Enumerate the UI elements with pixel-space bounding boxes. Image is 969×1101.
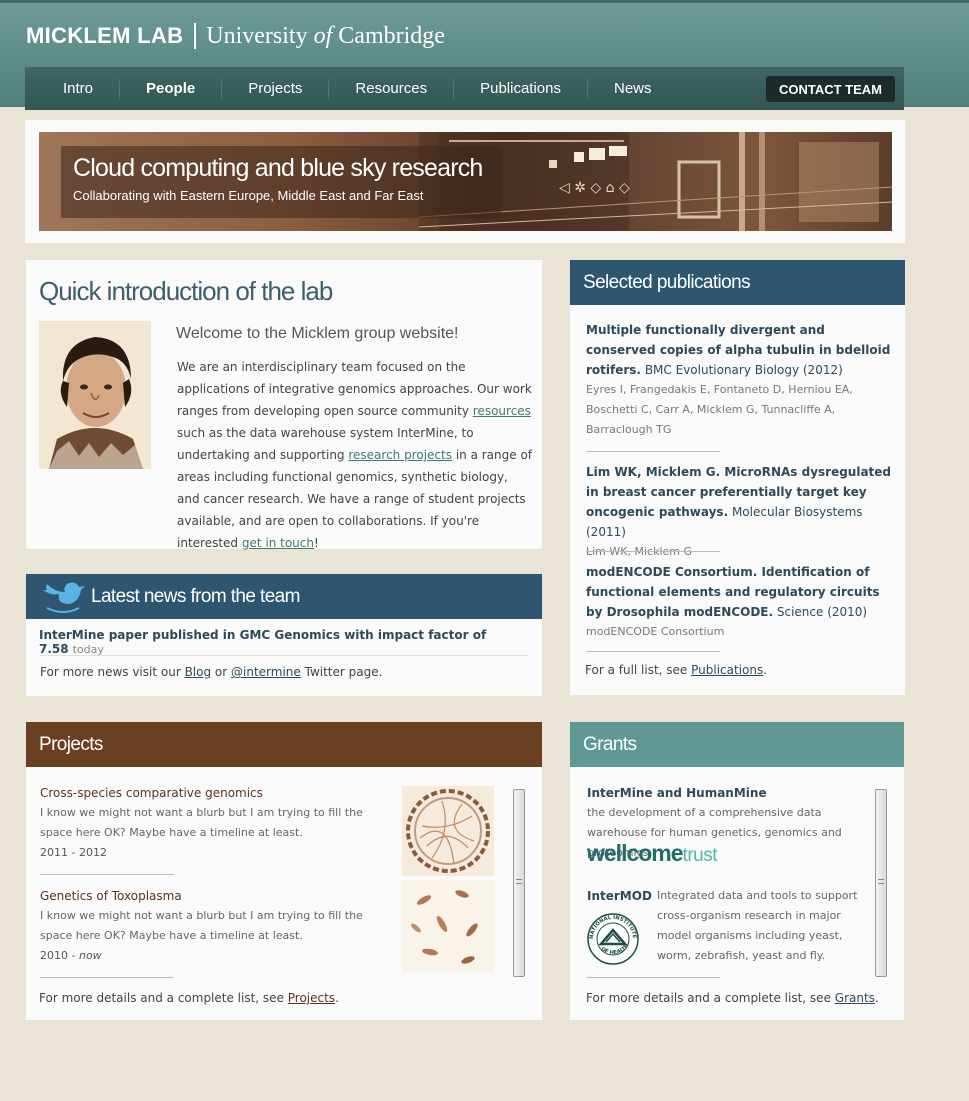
grants-more-text: For more details and a complete list, se… xyxy=(586,991,879,1005)
project-description: I know we might not want a blurb but I a… xyxy=(40,806,363,839)
site-header: MICKLEM LAB University of Cambridge Intr… xyxy=(0,0,969,110)
resources-link[interactable]: resources xyxy=(473,404,531,418)
news-item[interactable]: InterMine paper published in GMC Genomic… xyxy=(39,628,542,656)
genome-circle-image xyxy=(402,786,494,876)
publication-item[interactable]: Lim WK, Micklem G. MicroRNAs dysregulate… xyxy=(586,462,896,562)
publication-authors: modENCODE Consortium xyxy=(586,625,725,638)
wellcome-trust-logo[interactable]: wellcometrust xyxy=(587,840,718,867)
nav-item-publications[interactable]: Publications xyxy=(454,78,588,99)
publication-authors: Lim WK, Micklem G xyxy=(586,545,693,558)
project-title[interactable]: Genetics of Toxoplasma xyxy=(40,886,390,906)
banner-caption: Cloud computing and blue sky research Co… xyxy=(61,146,501,218)
blog-link[interactable]: Blog xyxy=(185,665,212,679)
grants-link[interactable]: Grants xyxy=(835,991,875,1005)
divider xyxy=(40,874,174,875)
twitter-link[interactable]: @intermine xyxy=(231,665,301,679)
banner-image[interactable]: ◁ ✲ ◇ ⌂ ◇ Cloud computing and blue sky r… xyxy=(39,132,892,231)
grants-header: Grants xyxy=(570,722,904,767)
contact-team-button[interactable]: CONTACT TEAM xyxy=(765,76,895,102)
publications-more-text: For a full list, see Publications. xyxy=(585,663,768,677)
banner-title: Cloud computing and blue sky research xyxy=(73,154,483,182)
publications-header: Selected publications xyxy=(570,260,905,305)
divider xyxy=(586,651,720,652)
grants-panel: Grants InterMine and HumanMine the devel… xyxy=(570,722,904,1020)
nav-item-projects[interactable]: Projects xyxy=(222,78,330,99)
project-title[interactable]: Cross-species comparative genomics xyxy=(40,783,390,803)
nih-logo[interactable]: NATIONAL INSTITUTES OF HEALTH xyxy=(586,912,640,966)
scrollbar-grip-icon xyxy=(878,879,884,884)
main-nav: Intro People Projects Resources Publicat… xyxy=(25,67,904,110)
projects-more-text: For more details and a complete list, se… xyxy=(39,991,339,1005)
svg-text:◁ ✲ ◇ ⌂ ◇: ◁ ✲ ◇ ⌂ ◇ xyxy=(559,180,630,196)
publication-item[interactable]: Multiple functionally divergent and cons… xyxy=(586,320,896,440)
grant-description: Integrated data and tools to support cro… xyxy=(657,889,858,962)
nav-item-news[interactable]: News xyxy=(588,79,678,99)
brand[interactable]: MICKLEM LAB University of Cambridge xyxy=(26,21,445,51)
divider xyxy=(586,451,720,452)
nav-item-people[interactable]: People xyxy=(120,78,223,99)
news-header: Latest news from the team xyxy=(26,574,542,619)
news-panel: Latest news from the team InterMine pape… xyxy=(26,574,542,696)
intro-panel: Quick introduction of the lab Welcome to… xyxy=(26,260,542,550)
grant-title[interactable]: InterMOD xyxy=(587,886,657,906)
publication-item[interactable]: modENCODE Consortium. Identification of … xyxy=(586,562,896,642)
intro-text: We are an interdisciplinary team focused… xyxy=(177,360,533,550)
intro-title: Quick introduction of the lab xyxy=(39,276,333,306)
news-more-text: For more news visit our Blog or @intermi… xyxy=(40,665,383,679)
grants-scrollbar[interactable] xyxy=(875,789,887,977)
banner-subtitle: Collaborating with Eastern Europe, Middl… xyxy=(73,188,424,203)
publication-authors: Eyres I, Frangedakis E, Fontaneto D, Her… xyxy=(586,383,853,436)
project-description: I know we might not want a blurb but I a… xyxy=(40,909,363,942)
project-item[interactable]: Genetics of Toxoplasma I know we might n… xyxy=(40,886,390,966)
publications-panel: Selected publications Multiple functiona… xyxy=(570,260,905,695)
twitter-bird-icon xyxy=(43,582,85,613)
divider xyxy=(586,551,720,552)
divider xyxy=(586,977,720,978)
scrollbar-grip-icon xyxy=(516,879,522,884)
toxoplasma-image xyxy=(402,880,494,972)
research-projects-link[interactable]: research projects xyxy=(348,448,452,462)
nav-item-intro[interactable]: Intro xyxy=(25,78,121,99)
grant-item[interactable]: InterMOD xyxy=(587,886,657,906)
portrait-photo xyxy=(39,321,151,469)
projects-link[interactable]: Projects xyxy=(288,991,335,1005)
brand-divider xyxy=(194,23,197,49)
project-years: 2011 - 2012 xyxy=(40,846,107,859)
projects-panel: Projects Cross-species comparative genom… xyxy=(26,722,542,1020)
projects-header: Projects xyxy=(26,722,542,767)
brand-university: University of Cambridge xyxy=(206,22,445,49)
divider xyxy=(39,655,529,656)
nav-item-resources[interactable]: Resources xyxy=(329,78,455,99)
project-years: 2010 - now xyxy=(40,949,102,962)
divider xyxy=(40,977,174,978)
projects-scrollbar[interactable] xyxy=(513,789,525,977)
grant-title[interactable]: InterMine and HumanMine xyxy=(587,783,877,803)
brand-lab-name: MICKLEM LAB xyxy=(26,23,184,48)
banner-frame: ◁ ✲ ◇ ⌂ ◇ Cloud computing and blue sky r… xyxy=(25,120,905,243)
get-in-touch-link[interactable]: get in touch xyxy=(242,536,314,550)
welcome-heading: Welcome to the Micklem group website! xyxy=(176,325,459,342)
news-title: Latest news from the team xyxy=(91,585,300,607)
project-item[interactable]: Cross-species comparative genomics I kno… xyxy=(40,783,390,863)
publications-link[interactable]: Publications xyxy=(691,663,763,677)
